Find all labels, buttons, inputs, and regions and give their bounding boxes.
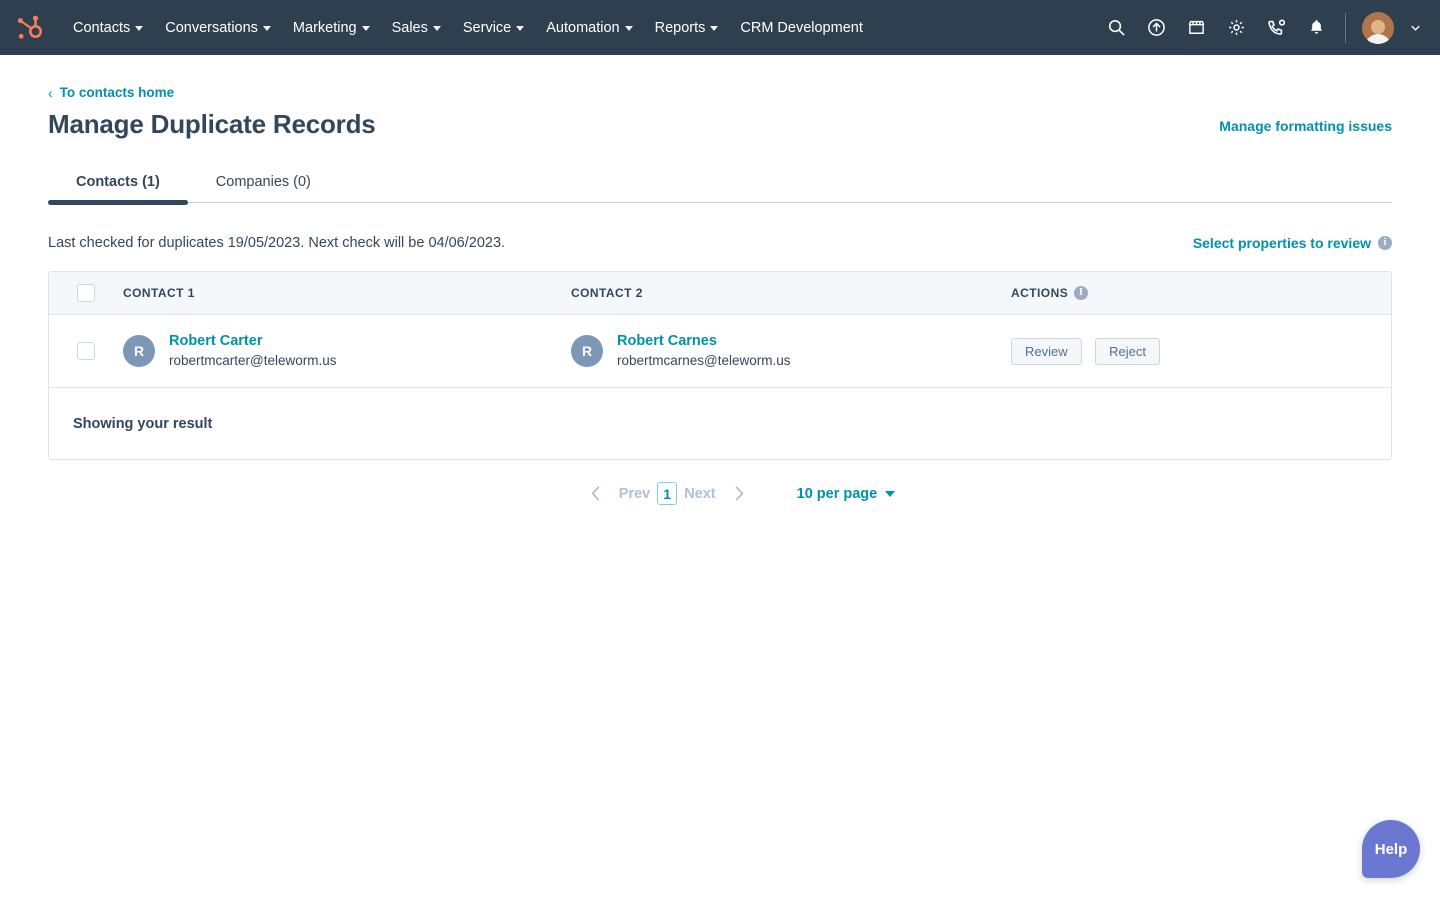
select-all-checkbox[interactable] xyxy=(77,284,95,302)
nav-item-automation[interactable]: Automation xyxy=(535,14,643,42)
nav-item-service[interactable]: Service xyxy=(452,14,535,42)
review-button[interactable]: Review xyxy=(1011,337,1082,365)
tab-bar: Contacts (1) Companies (0) xyxy=(48,164,1392,205)
tab-label: Companies (0) xyxy=(215,174,311,190)
marketplace-store-icon[interactable] xyxy=(1179,11,1213,45)
contact-name-link[interactable]: Robert Carter xyxy=(169,332,337,352)
chevron-left-icon: ‹ xyxy=(48,84,53,101)
account-menu-chevron-down-icon[interactable] xyxy=(1409,21,1422,34)
pagination-prev-button[interactable]: Prev xyxy=(612,486,657,502)
page-title: Manage Duplicate Records xyxy=(48,109,376,139)
contact-avatar: R xyxy=(123,335,155,367)
chevron-down-icon xyxy=(361,26,370,31)
nav-item-label: Sales xyxy=(391,19,428,36)
help-button[interactable]: Help xyxy=(1362,820,1420,878)
notifications-bell-icon[interactable] xyxy=(1299,11,1333,45)
chevron-down-icon xyxy=(710,26,719,31)
per-page-dropdown[interactable]: 10 per page xyxy=(797,486,896,502)
row-checkbox[interactable] xyxy=(77,342,95,360)
settings-gear-icon[interactable] xyxy=(1219,11,1253,45)
nav-item-label: Service xyxy=(462,19,512,36)
nav-item-label: Automation xyxy=(546,19,620,36)
info-icon[interactable]: i xyxy=(1074,286,1089,300)
nav-item-reports[interactable]: Reports xyxy=(644,14,730,42)
page-header: Manage Duplicate Records Manage formatti… xyxy=(48,109,1392,140)
upgrade-arrow-icon[interactable] xyxy=(1139,11,1173,45)
column-header-label: CONTACT 2 xyxy=(571,286,643,300)
manage-formatting-issues-link[interactable]: Manage formatting issues xyxy=(1219,118,1392,134)
nav-item-sales[interactable]: Sales xyxy=(381,14,452,42)
last-checked-text: Last checked for duplicates 19/05/2023. … xyxy=(48,235,506,251)
select-all-cell xyxy=(49,284,123,302)
search-icon[interactable] xyxy=(1099,11,1133,45)
avatar-body xyxy=(1365,33,1391,44)
showing-result-label: Showing your result xyxy=(73,415,213,432)
tab-companies[interactable]: Companies (0) xyxy=(188,164,339,202)
duplicates-table: CONTACT 1 CONTACT 2 ACTIONS i R Robe xyxy=(48,271,1392,460)
nav-item-label: Conversations xyxy=(165,19,258,36)
nav-item-label: Reports xyxy=(654,19,706,36)
pagination-controls: Prev 1 Next 10 per page xyxy=(48,482,1392,505)
chevron-down-icon xyxy=(516,26,525,31)
pagination-next-chevron-right-icon[interactable] xyxy=(723,484,755,503)
tab-label: Contacts (1) xyxy=(76,174,160,190)
pagination-page-1[interactable]: 1 xyxy=(657,482,678,505)
cell-contact2: R Robert Carnes robertmcarnes@teleworm.u… xyxy=(571,332,1011,370)
row-select-cell xyxy=(49,342,123,360)
contact-email: robertmcarnes@teleworm.us xyxy=(617,352,791,368)
chevron-down-icon xyxy=(135,26,144,31)
nav-item-label: CRM Development xyxy=(740,19,863,36)
pagination-next-button[interactable]: Next xyxy=(677,486,722,502)
phone-call-icon[interactable] xyxy=(1259,11,1293,45)
pagination-prev-chevron-left-icon[interactable] xyxy=(580,484,612,503)
column-header-contact1: CONTACT 1 xyxy=(123,286,571,300)
breadcrumb-to-contacts-home[interactable]: ‹ To contacts home xyxy=(48,85,174,100)
table-row: R Robert Carter robertmcarter@teleworm.u… xyxy=(49,315,1391,388)
table-header-row: CONTACT 1 CONTACT 2 ACTIONS i xyxy=(49,272,1391,315)
column-header-actions: ACTIONS i xyxy=(1011,286,1391,300)
contact-avatar: R xyxy=(571,335,603,367)
chevron-down-icon xyxy=(432,26,441,31)
chevron-down-icon xyxy=(262,26,271,31)
info-icon[interactable]: i xyxy=(1378,236,1392,250)
nav-item-contacts[interactable]: Contacts xyxy=(62,14,154,42)
column-header-label: CONTACT 1 xyxy=(123,286,195,300)
hubspot-sprocket-logo[interactable] xyxy=(14,13,44,43)
subheader-row: Last checked for duplicates 19/05/2023. … xyxy=(48,235,1392,251)
main-nav-items: Contacts Conversations Marketing Sales S… xyxy=(62,14,874,42)
nav-item-conversations[interactable]: Conversations xyxy=(154,14,282,42)
contact-email: robertmcarter@teleworm.us xyxy=(169,352,337,368)
avatar-face xyxy=(1371,19,1385,34)
reject-button[interactable]: Reject xyxy=(1095,337,1160,365)
select-properties-to-review-link[interactable]: Select properties to review i xyxy=(1193,235,1392,251)
column-header-label: ACTIONS xyxy=(1011,286,1069,300)
select-properties-label: Select properties to review xyxy=(1192,235,1371,251)
tab-contacts[interactable]: Contacts (1) xyxy=(48,164,188,205)
contact-name-link[interactable]: Robert Carnes xyxy=(617,332,791,352)
user-avatar[interactable] xyxy=(1362,11,1394,44)
cell-actions: Review Reject xyxy=(1011,337,1391,365)
chevron-down-icon xyxy=(624,26,633,31)
page-content: ‹ To contacts home Manage Duplicate Reco… xyxy=(0,85,1440,505)
nav-item-label: Contacts xyxy=(73,19,131,36)
cell-contact1: R Robert Carter robertmcarter@teleworm.u… xyxy=(123,332,571,370)
chevron-down-icon xyxy=(885,490,896,497)
nav-item-label: Marketing xyxy=(292,19,357,36)
breadcrumb-label: To contacts home xyxy=(59,85,175,100)
top-navigation-bar: Contacts Conversations Marketing Sales S… xyxy=(0,0,1440,55)
nav-item-marketing[interactable]: Marketing xyxy=(282,14,381,42)
table-footer: Showing your result xyxy=(49,388,1391,459)
column-header-contact2: CONTACT 2 xyxy=(571,286,1011,300)
nav-item-crm-development[interactable]: CRM Development xyxy=(729,14,874,42)
nav-divider xyxy=(1345,12,1346,43)
nav-right-icons xyxy=(1099,11,1422,45)
per-page-label: 10 per page xyxy=(796,485,878,502)
